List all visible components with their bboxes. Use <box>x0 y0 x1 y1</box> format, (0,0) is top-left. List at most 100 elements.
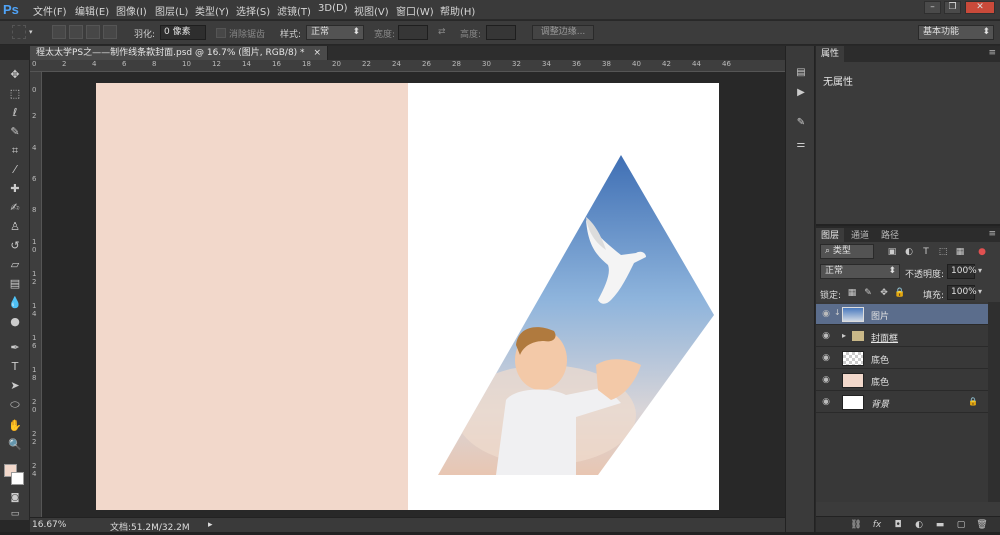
quick-mask-icon[interactable]: ◙ <box>5 490 25 507</box>
hand-tool-icon[interactable]: ✋ <box>5 417 25 434</box>
actions-play-icon[interactable]: ▶ <box>794 86 808 100</box>
eye-icon[interactable]: ◉ <box>820 352 832 364</box>
filter-shape-icon[interactable]: ⬚ <box>937 246 949 258</box>
fx-icon[interactable]: fx <box>871 519 883 531</box>
menu-edit[interactable]: 编辑(E) <box>75 3 109 18</box>
menu-file[interactable]: 文件(F) <box>33 3 67 18</box>
menu-layer[interactable]: 图层(L) <box>155 3 188 18</box>
swap-icon[interactable]: ⇄ <box>438 27 446 37</box>
link-layers-icon[interactable]: ⛓ <box>850 519 862 531</box>
filter-adjustment-icon[interactable]: ◐ <box>903 246 915 258</box>
healing-brush-tool-icon[interactable]: ✚ <box>5 180 25 197</box>
eye-icon[interactable]: ◉ <box>820 396 832 408</box>
add-selection-icon[interactable] <box>69 25 83 39</box>
brush-preset-icon[interactable]: ✎ <box>794 116 808 130</box>
tab-properties[interactable]: 属性 <box>816 46 845 62</box>
dodge-tool-icon[interactable]: ● <box>5 313 25 330</box>
crop-tool-icon[interactable]: ⌗ <box>5 142 25 159</box>
trash-icon[interactable]: 🗑 <box>976 519 988 531</box>
filter-toggle-icon[interactable]: ● <box>976 246 988 258</box>
tab-paths[interactable]: 路径 <box>876 228 904 244</box>
filter-type-icon[interactable]: T <box>920 246 932 258</box>
eye-icon[interactable]: ◉ <box>820 308 832 320</box>
adjustment-layer-icon[interactable]: ◐ <box>913 519 925 531</box>
move-tool-icon[interactable]: ✥ <box>5 66 25 83</box>
intersect-selection-icon[interactable] <box>103 25 117 39</box>
panel-menu-icon[interactable]: ≡ <box>988 48 996 58</box>
blend-mode-dropdown[interactable]: 正常 ⬍ <box>820 264 900 279</box>
screen-mode-icon[interactable]: ▭ <box>5 506 25 523</box>
style-dropdown[interactable]: 正常 ⬍ <box>306 25 364 40</box>
antialias-checkbox[interactable] <box>216 28 226 38</box>
brush-tool-icon[interactable]: ✍ <box>5 199 25 216</box>
blur-tool-icon[interactable]: 💧 <box>5 294 25 311</box>
close-tab-icon[interactable]: × <box>313 48 321 58</box>
lock-all-icon[interactable]: 🔒 <box>894 287 906 299</box>
clone-stamp-tool-icon[interactable]: ♙ <box>5 218 25 235</box>
layer-row[interactable]: ◉ 底色 <box>816 348 988 369</box>
menu-help[interactable]: 帮助(H) <box>440 3 475 18</box>
quick-select-tool-icon[interactable]: ✎ <box>5 123 25 140</box>
new-layer-icon[interactable]: ▢ <box>955 519 967 531</box>
zoom-tool-icon[interactable]: 🔍 <box>5 436 25 453</box>
menu-select[interactable]: 选择(S) <box>236 3 270 18</box>
path-select-tool-icon[interactable]: ➤ <box>5 377 25 394</box>
menu-window[interactable]: 窗口(W) <box>396 3 434 18</box>
width-input[interactable] <box>398 25 428 40</box>
menu-type[interactable]: 类型(Y) <box>195 3 229 18</box>
panel-menu-icon[interactable]: ≡ <box>988 229 996 239</box>
layer-row[interactable]: ◉ 底色 <box>816 370 988 391</box>
menu-view[interactable]: 视图(V) <box>354 3 389 18</box>
marquee-tool-icon[interactable] <box>12 25 26 39</box>
close-button[interactable]: ✕ <box>965 1 995 14</box>
canvas-peach-panel[interactable] <box>96 83 408 510</box>
menu-3d[interactable]: 3D(D) <box>318 3 348 14</box>
document-tab[interactable]: 程太太学PS之——制作线条款封面.psd @ 16.7% (图片, RGB/8)… <box>30 46 328 60</box>
history-icon[interactable]: ▤ <box>794 66 808 80</box>
shape-tool-icon[interactable]: ⬭ <box>5 396 25 413</box>
tab-channels[interactable]: 通道 <box>846 228 874 244</box>
history-brush-tool-icon[interactable]: ↺ <box>5 237 25 254</box>
minimize-button[interactable]: – <box>924 1 941 14</box>
fill-chevron-icon[interactable]: ▾ <box>978 287 982 296</box>
layer-name[interactable]: 图片 <box>871 309 889 322</box>
lock-transparent-icon[interactable]: ▦ <box>846 287 858 299</box>
background-color-swatch[interactable] <box>11 472 24 485</box>
layer-name[interactable]: 底色 <box>871 353 889 366</box>
menu-image[interactable]: 图像(I) <box>116 3 147 18</box>
layer-scrollbar[interactable] <box>988 302 1000 502</box>
new-group-icon[interactable]: ▬ <box>934 519 946 531</box>
layer-name[interactable]: 封面框 <box>871 331 898 344</box>
lock-position-icon[interactable]: ✥ <box>878 287 890 299</box>
eraser-tool-icon[interactable]: ▱ <box>5 256 25 273</box>
eye-icon[interactable]: ◉ <box>820 330 832 342</box>
filter-smart-object-icon[interactable]: ▦ <box>954 246 966 258</box>
layer-row[interactable]: ◉ ▸ 封面框 <box>816 326 988 347</box>
fill-input[interactable]: 100% <box>947 285 977 300</box>
type-tool-icon[interactable]: T <box>5 358 25 375</box>
lock-pixels-icon[interactable]: ✎ <box>862 287 874 299</box>
status-arrow-icon[interactable]: ▸ <box>208 520 213 530</box>
pen-tool-icon[interactable]: ✒ <box>5 339 25 356</box>
tool-preset-icon[interactable]: ⚌ <box>794 138 808 152</box>
layer-name[interactable]: 底色 <box>871 375 889 388</box>
add-mask-icon[interactable]: ◘ <box>892 519 904 531</box>
expand-arrow-icon[interactable]: ▸ <box>842 331 846 340</box>
parallelogram-photo[interactable] <box>436 155 716 475</box>
filter-pixel-icon[interactable]: ▣ <box>886 246 898 258</box>
refine-edge-button[interactable]: 调整边缘... <box>532 25 594 40</box>
eyedropper-tool-icon[interactable]: ⁄ <box>5 161 25 178</box>
gradient-tool-icon[interactable]: ▤ <box>5 275 25 292</box>
layer-row[interactable]: ◉ 背景 🔒 <box>816 392 988 413</box>
layer-filter-dropdown[interactable]: ⌕ 类型 <box>820 244 874 259</box>
subtract-selection-icon[interactable] <box>86 25 100 39</box>
workspace-dropdown[interactable]: 基本功能 ⬍ <box>918 25 994 40</box>
restore-button[interactable]: ❐ <box>944 1 961 14</box>
height-input[interactable] <box>486 25 516 40</box>
eye-icon[interactable]: ◉ <box>820 374 832 386</box>
menu-filter[interactable]: 滤镜(T) <box>277 3 311 18</box>
new-selection-icon[interactable] <box>52 25 66 39</box>
opacity-chevron-icon[interactable]: ▾ <box>978 266 982 275</box>
tool-preset-chevron-icon[interactable]: ▾ <box>29 28 33 36</box>
zoom-level[interactable]: 16.67% <box>32 520 66 530</box>
